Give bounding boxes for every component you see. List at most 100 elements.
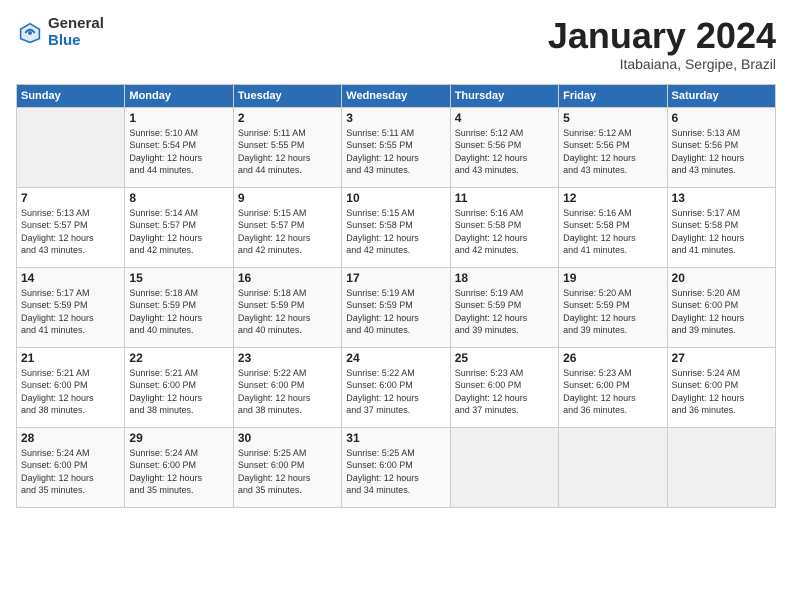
day-number: 3 [346, 111, 445, 125]
day-number: 30 [238, 431, 337, 445]
day-info: Sunrise: 5:17 AMSunset: 5:58 PMDaylight:… [672, 207, 771, 257]
calendar-cell [17, 107, 125, 187]
day-info: Sunrise: 5:11 AMSunset: 5:55 PMDaylight:… [238, 127, 337, 177]
day-info: Sunrise: 5:19 AMSunset: 5:59 PMDaylight:… [455, 287, 554, 337]
day-info: Sunrise: 5:20 AMSunset: 6:00 PMDaylight:… [672, 287, 771, 337]
calendar-cell: 13 Sunrise: 5:17 AMSunset: 5:58 PMDayligh… [667, 187, 775, 267]
logo-blue: Blue [48, 33, 104, 50]
day-info: Sunrise: 5:10 AMSunset: 5:54 PMDaylight:… [129, 127, 228, 177]
calendar-cell: 31Sunrise: 5:25 AMSunset: 6:00 PMDayligh… [342, 427, 450, 507]
day-info: Sunrise: 5:25 AMSunset: 6:00 PMDaylight:… [238, 447, 337, 497]
calendar-cell: 25Sunrise: 5:23 AMSunset: 6:00 PMDayligh… [450, 347, 558, 427]
logo-text: General Blue [48, 16, 104, 49]
calendar-cell: 6 Sunrise: 5:13 AMSunset: 5:56 PMDaylight… [667, 107, 775, 187]
calendar-body: 1Sunrise: 5:10 AMSunset: 5:54 PMDaylight… [17, 107, 776, 507]
calendar-cell: 4 Sunrise: 5:12 AMSunset: 5:56 PMDaylight… [450, 107, 558, 187]
day-info: Sunrise: 5:17 AMSunset: 5:59 PMDaylight:… [21, 287, 120, 337]
day-info: Sunrise: 5:19 AMSunset: 5:59 PMDaylight:… [346, 287, 445, 337]
day-info: Sunrise: 5:13 AMSunset: 5:56 PMDaylight:… [672, 127, 771, 177]
day-number: 8 [129, 191, 228, 205]
day-info: Sunrise: 5:16 AMSunset: 5:58 PMDaylight:… [455, 207, 554, 257]
month-title: January 2024 [548, 16, 776, 56]
day-info: Sunrise: 5:22 AMSunset: 6:00 PMDaylight:… [238, 367, 337, 417]
day-info: Sunrise: 5:21 AMSunset: 6:00 PMDaylight:… [129, 367, 228, 417]
day-number: 4 [455, 111, 554, 125]
day-info: Sunrise: 5:18 AMSunset: 5:59 PMDaylight:… [238, 287, 337, 337]
day-number: 2 [238, 111, 337, 125]
calendar-cell [450, 427, 558, 507]
calendar-cell: 5 Sunrise: 5:12 AMSunset: 5:56 PMDaylight… [559, 107, 667, 187]
calendar-table: SundayMondayTuesdayWednesdayThursdayFrid… [16, 84, 776, 508]
week-row-5: 28 Sunrise: 5:24 AMSunset: 6:00 PMDayligh… [17, 427, 776, 507]
day-number: 22 [129, 351, 228, 365]
calendar-cell: 1Sunrise: 5:10 AMSunset: 5:54 PMDaylight… [125, 107, 233, 187]
day-info: Sunrise: 5:24 AMSunset: 6:00 PMDaylight:… [672, 367, 771, 417]
calendar-cell [667, 427, 775, 507]
calendar-cell: 19Sunrise: 5:20 AMSunset: 5:59 PMDayligh… [559, 267, 667, 347]
calendar-cell: 9Sunrise: 5:15 AMSunset: 5:57 PMDaylight… [233, 187, 341, 267]
calendar-cell: 22 Sunrise: 5:21 AMSunset: 6:00 PMDayligh… [125, 347, 233, 427]
calendar-cell: 30 Sunrise: 5:25 AMSunset: 6:00 PMDayligh… [233, 427, 341, 507]
header-day-monday: Monday [125, 84, 233, 107]
day-info: Sunrise: 5:15 AMSunset: 5:58 PMDaylight:… [346, 207, 445, 257]
day-number: 7 [21, 191, 120, 205]
calendar-cell: 20Sunrise: 5:20 AMSunset: 6:00 PMDayligh… [667, 267, 775, 347]
day-number: 13 [672, 191, 771, 205]
day-info: Sunrise: 5:23 AMSunset: 6:00 PMDaylight:… [455, 367, 554, 417]
day-number: 23 [238, 351, 337, 365]
logo-general: General [48, 16, 104, 33]
header-day-sunday: Sunday [17, 84, 125, 107]
day-info: Sunrise: 5:23 AMSunset: 6:00 PMDaylight:… [563, 367, 662, 417]
day-info: Sunrise: 5:12 AMSunset: 5:56 PMDaylight:… [455, 127, 554, 177]
calendar-cell: 11 Sunrise: 5:16 AMSunset: 5:58 PMDayligh… [450, 187, 558, 267]
calendar-cell: 27 Sunrise: 5:24 AMSunset: 6:00 PMDayligh… [667, 347, 775, 427]
day-info: Sunrise: 5:24 AMSunset: 6:00 PMDaylight:… [21, 447, 120, 497]
day-info: Sunrise: 5:21 AMSunset: 6:00 PMDaylight:… [21, 367, 120, 417]
header-day-thursday: Thursday [450, 84, 558, 107]
calendar-cell [559, 427, 667, 507]
calendar-cell: 24Sunrise: 5:22 AMSunset: 6:00 PMDayligh… [342, 347, 450, 427]
day-number: 5 [563, 111, 662, 125]
day-number: 18 [455, 271, 554, 285]
header: General Blue January 2024 Itabaiana, Ser… [16, 16, 776, 72]
day-number: 29 [129, 431, 228, 445]
day-info: Sunrise: 5:18 AMSunset: 5:59 PMDaylight:… [129, 287, 228, 337]
calendar-cell: 17 Sunrise: 5:19 AMSunset: 5:59 PMDayligh… [342, 267, 450, 347]
week-row-3: 14Sunrise: 5:17 AMSunset: 5:59 PMDayligh… [17, 267, 776, 347]
calendar-cell: 28 Sunrise: 5:24 AMSunset: 6:00 PMDayligh… [17, 427, 125, 507]
calendar-header: SundayMondayTuesdayWednesdayThursdayFrid… [17, 84, 776, 107]
day-number: 28 [21, 431, 120, 445]
day-number: 15 [129, 271, 228, 285]
day-info: Sunrise: 5:24 AMSunset: 6:00 PMDaylight:… [129, 447, 228, 497]
header-day-friday: Friday [559, 84, 667, 107]
calendar-cell: 23 Sunrise: 5:22 AMSunset: 6:00 PMDayligh… [233, 347, 341, 427]
week-row-1: 1Sunrise: 5:10 AMSunset: 5:54 PMDaylight… [17, 107, 776, 187]
day-number: 17 [346, 271, 445, 285]
day-info: Sunrise: 5:12 AMSunset: 5:56 PMDaylight:… [563, 127, 662, 177]
header-day-tuesday: Tuesday [233, 84, 341, 107]
day-number: 9 [238, 191, 337, 205]
calendar-cell: 16 Sunrise: 5:18 AMSunset: 5:59 PMDayligh… [233, 267, 341, 347]
day-number: 11 [455, 191, 554, 205]
header-day-wednesday: Wednesday [342, 84, 450, 107]
day-number: 31 [346, 431, 445, 445]
day-info: Sunrise: 5:13 AMSunset: 5:57 PMDaylight:… [21, 207, 120, 257]
calendar-cell: 21Sunrise: 5:21 AMSunset: 6:00 PMDayligh… [17, 347, 125, 427]
week-row-2: 7 Sunrise: 5:13 AMSunset: 5:57 PMDaylight… [17, 187, 776, 267]
calendar-cell: 14Sunrise: 5:17 AMSunset: 5:59 PMDayligh… [17, 267, 125, 347]
day-info: Sunrise: 5:16 AMSunset: 5:58 PMDaylight:… [563, 207, 662, 257]
day-number: 27 [672, 351, 771, 365]
calendar-cell: 7 Sunrise: 5:13 AMSunset: 5:57 PMDaylight… [17, 187, 125, 267]
week-row-4: 21Sunrise: 5:21 AMSunset: 6:00 PMDayligh… [17, 347, 776, 427]
day-number: 6 [672, 111, 771, 125]
day-number: 10 [346, 191, 445, 205]
day-info: Sunrise: 5:11 AMSunset: 5:55 PMDaylight:… [346, 127, 445, 177]
day-info: Sunrise: 5:14 AMSunset: 5:57 PMDaylight:… [129, 207, 228, 257]
calendar-cell: 29 Sunrise: 5:24 AMSunset: 6:00 PMDayligh… [125, 427, 233, 507]
day-number: 16 [238, 271, 337, 285]
day-number: 19 [563, 271, 662, 285]
calendar-cell: 10 Sunrise: 5:15 AMSunset: 5:58 PMDayligh… [342, 187, 450, 267]
calendar-cell: 12Sunrise: 5:16 AMSunset: 5:58 PMDayligh… [559, 187, 667, 267]
calendar-cell: 3 Sunrise: 5:11 AMSunset: 5:55 PMDaylight… [342, 107, 450, 187]
header-day-saturday: Saturday [667, 84, 775, 107]
